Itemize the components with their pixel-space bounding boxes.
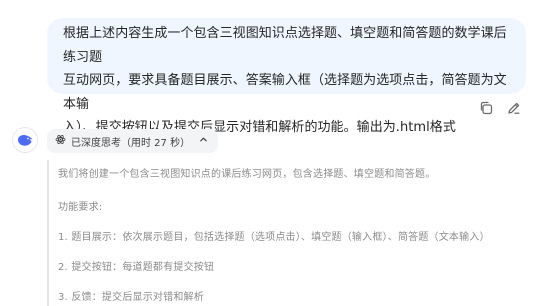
thinking-line: 功能要求:	[58, 202, 103, 213]
user-message-line: 互动网页，要求具备题目展示、答案输入框（选择题为选项点击，简答题为文本输	[63, 73, 507, 112]
user-message-line: 根据上述内容生成一个包含三视图知识点选择题、填空题和简答题的数学课后练习题	[63, 26, 507, 65]
deepseek-whale-icon	[12, 127, 38, 153]
copy-icon[interactable]	[478, 100, 494, 116]
message-actions	[478, 100, 522, 116]
edit-icon[interactable]	[506, 100, 522, 116]
thinking-label: 已深度思考（用时 27 秒）	[71, 137, 191, 149]
thinking-line: 2. 提交按钮：每道题都有提交按钮	[58, 262, 215, 273]
thinking-content: 我们将创建一个包含三视图知识点的课后练习网页，包含选择题、填空题和简答题。 功能…	[47, 160, 527, 306]
thinking-toggle[interactable]: 已深度思考（用时 27 秒）	[47, 129, 219, 153]
chevron-up-icon	[199, 135, 208, 147]
atom-icon	[55, 134, 66, 148]
thinking-line: 1. 题目展示：依次展示题目，包括选择题（选项点击）、填空题（输入框）、简答题（…	[58, 232, 490, 243]
thinking-line: 3. 反馈：提交后显示对错和解析	[58, 292, 204, 303]
user-message-bubble: 根据上述内容生成一个包含三视图知识点选择题、填空题和简答题的数学课后练习题 互动…	[47, 18, 526, 135]
thinking-line: 我们将创建一个包含三视图知识点的课后练习网页，包含选择题、填空题和简答题。	[58, 169, 436, 180]
